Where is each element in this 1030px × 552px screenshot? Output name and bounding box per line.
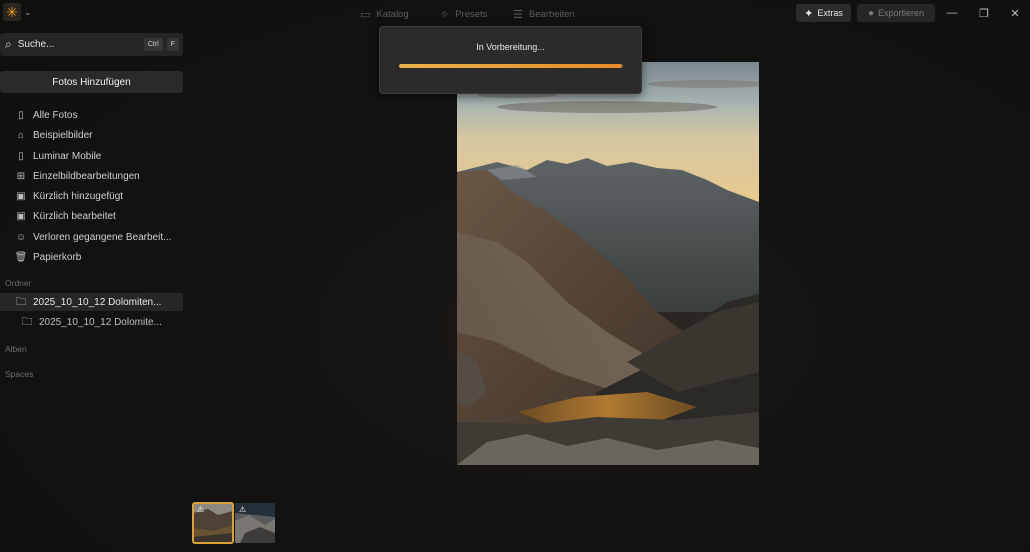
sidebar-item-verlorene-bearbeitungen[interactable]: ☺ Verloren gegangene Bearbeit... xyxy=(0,228,183,246)
close-button[interactable]: ✕ xyxy=(1007,5,1023,21)
export-icon: ● xyxy=(867,7,874,19)
export-button[interactable]: ● Exportieren xyxy=(857,4,935,22)
sparkle-icon: ✧ xyxy=(440,8,450,21)
section-ordner: Ordner xyxy=(5,278,32,288)
search-input[interactable]: ⌕ Suche... Ctrl F xyxy=(0,33,183,56)
main-photo[interactable] xyxy=(457,62,759,465)
progress-label: In Vorbereitung... xyxy=(476,42,545,52)
app-window: ✳ ⌄ ▭ Katalog ✧ Presets ☰ Bearbeiten ✦ E… xyxy=(0,0,1030,552)
progress-bar-fill xyxy=(399,64,622,68)
folder-icon: 🗀︎ xyxy=(15,295,27,308)
thumbnail-1[interactable]: ⚠ xyxy=(192,502,234,544)
sparkle-icon: ✦ xyxy=(804,7,814,20)
progress-dialog: In Vorbereitung... xyxy=(379,26,642,94)
minimize-button[interactable]: — xyxy=(944,5,960,21)
progress-bar xyxy=(399,64,624,68)
phone-icon: ▯ xyxy=(18,150,24,162)
shortcut-f: F xyxy=(166,38,179,51)
section-alben: Alben xyxy=(5,344,27,354)
graduation-cap-icon: ⌂ xyxy=(17,129,25,141)
chevron-down-icon[interactable]: ⌄ xyxy=(24,7,32,18)
folder-icon: ▭ xyxy=(360,8,371,21)
sidebar-item-beispielbilder[interactable]: ⌂ Beispielbilder xyxy=(0,126,183,144)
title-bar: ✳ ⌄ ▭ Katalog ✧ Presets ☰ Bearbeiten ✦ E… xyxy=(0,0,1030,26)
extras-button[interactable]: ✦ Extras xyxy=(796,4,851,22)
lost-edits-icon: ☺ xyxy=(15,231,27,243)
folder-item-active[interactable]: 🗀︎ 2025_10_10_12 Dolomiten... xyxy=(0,293,183,311)
luminar-logo-icon: ✳ xyxy=(6,4,18,20)
thumbnail-2[interactable]: ⚠ xyxy=(235,503,275,543)
app-menu-button[interactable]: ✳ xyxy=(3,3,21,21)
warning-icon: ⚠ xyxy=(197,505,205,514)
mountain-landscape-image xyxy=(457,62,759,465)
search-icon: ⌕ xyxy=(5,37,12,51)
grid-icon: ⊞ xyxy=(16,170,26,182)
restore-button[interactable]: ❐ xyxy=(976,5,992,21)
image-clock-icon: ▣ xyxy=(16,190,26,202)
sidebar-item-einzelbild[interactable]: ⊞ Einzelbildbearbeitungen xyxy=(0,167,183,185)
close-icon: ✕ xyxy=(1010,7,1020,20)
sidebar-item-alle-fotos[interactable]: ▯ Alle Fotos xyxy=(0,106,183,124)
folder-item-sub[interactable]: 🗀︎ 2025_10_10_12 Dolomite... xyxy=(0,313,183,331)
sidebar-item-kuerzlich-hinzugefuegt[interactable]: ▣ Kürzlich hinzugefügt xyxy=(0,187,183,205)
clipboard-icon: ▯ xyxy=(18,109,24,121)
warning-icon: ⚠ xyxy=(239,505,247,514)
trash-icon: 🗑︎ xyxy=(14,251,28,263)
sidebar-item-papierkorb[interactable]: 🗑︎ Papierkorb xyxy=(0,248,183,266)
restore-icon: ❐ xyxy=(979,7,989,20)
folder-icon: 🗀︎ xyxy=(21,315,33,328)
tab-katalog[interactable]: ▭ Katalog xyxy=(360,7,409,21)
sidebar-item-kuerzlich-bearbeitet[interactable]: ▣ Kürzlich bearbeitet xyxy=(0,207,183,225)
sliders-icon: ☰ xyxy=(513,8,523,21)
shortcut-ctrl: Ctrl xyxy=(143,38,163,51)
section-spaces: Spaces xyxy=(5,369,34,379)
tab-bearbeiten[interactable]: ☰ Bearbeiten xyxy=(513,7,575,21)
image-edit-icon: ▣ xyxy=(16,210,26,222)
add-photos-button[interactable]: Fotos Hinzufügen xyxy=(0,71,183,93)
sidebar-item-luminar-mobile[interactable]: ▯ Luminar Mobile xyxy=(0,147,183,165)
tab-presets[interactable]: ✧ Presets xyxy=(440,7,487,21)
minimize-icon: — xyxy=(946,7,958,19)
